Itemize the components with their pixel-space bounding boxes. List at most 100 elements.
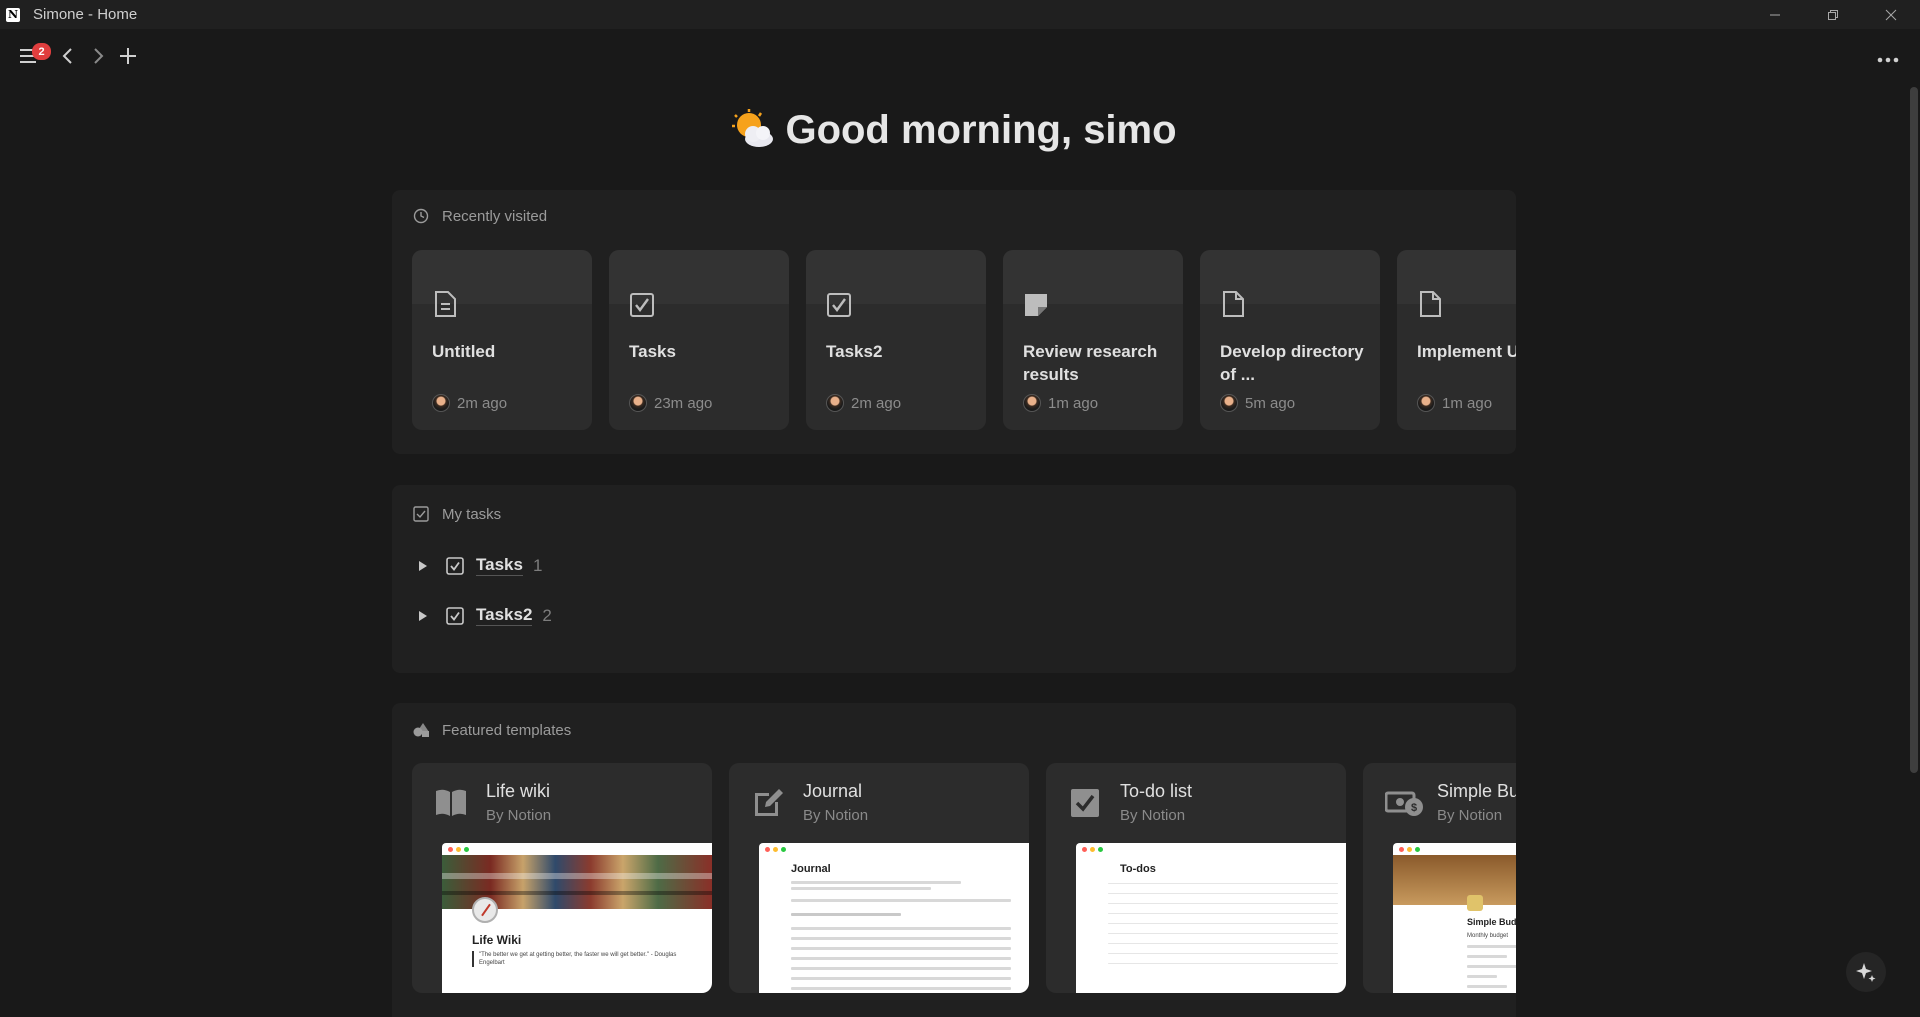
book-icon bbox=[434, 785, 468, 819]
more-horizontal-icon bbox=[1877, 57, 1899, 63]
page-icon bbox=[432, 290, 458, 318]
recent-card-time: 2m ago bbox=[457, 394, 508, 412]
recent-card-title: Implement User Authentication bbox=[1417, 342, 1516, 361]
recently-visited-panel: Recently visited Untitled 2m ago Tasks 2… bbox=[392, 190, 1516, 454]
recent-card-meta: 5m ago bbox=[1220, 394, 1295, 412]
task-group-name[interactable]: Tasks bbox=[476, 555, 523, 576]
window-title: Simone - Home bbox=[33, 6, 138, 23]
recent-card-time: 23m ago bbox=[654, 394, 713, 412]
window-controls bbox=[1746, 0, 1920, 29]
minimize-icon bbox=[1770, 14, 1780, 15]
recently-visited-header: Recently visited bbox=[412, 207, 547, 225]
task-group-tasks[interactable]: Tasks 1 bbox=[418, 555, 542, 576]
avatar bbox=[1417, 394, 1435, 412]
recent-card-time: 1m ago bbox=[1442, 394, 1493, 412]
checkbox-icon bbox=[1068, 785, 1102, 819]
more-options-button[interactable] bbox=[1876, 45, 1900, 71]
caret-right-icon[interactable] bbox=[418, 610, 428, 621]
edit-icon bbox=[751, 785, 785, 819]
notion-logo-icon: N bbox=[6, 7, 20, 22]
note-icon bbox=[1023, 290, 1049, 318]
template-author: By Notion bbox=[1120, 807, 1186, 824]
recent-card-title: Untitled bbox=[432, 342, 496, 361]
avatar bbox=[1220, 394, 1238, 412]
clock-icon bbox=[412, 207, 430, 225]
featured-templates-title: Featured templates bbox=[442, 721, 572, 739]
preview-quote: "The better we get at getting better, th… bbox=[472, 951, 698, 967]
recent-card-title: Tasks bbox=[629, 342, 676, 361]
close-icon bbox=[1885, 9, 1897, 20]
template-preview: Simple Budget Monthly budget bbox=[1393, 843, 1516, 993]
recent-card-title: Review research results bbox=[1023, 342, 1158, 384]
featured-templates-header: Featured templates bbox=[412, 721, 571, 739]
task-group-count: 1 bbox=[532, 555, 543, 575]
recent-card-meta: 1m ago bbox=[1023, 394, 1098, 412]
recent-card-tasks2[interactable]: Tasks2 2m ago bbox=[806, 250, 986, 430]
compass-icon bbox=[472, 897, 498, 923]
preview-title: Journal bbox=[791, 863, 831, 875]
chevron-right-icon bbox=[94, 48, 104, 64]
new-page-button[interactable] bbox=[118, 41, 138, 71]
close-button[interactable] bbox=[1862, 0, 1920, 29]
restore-button[interactable] bbox=[1804, 0, 1862, 29]
template-title: To-do list bbox=[1120, 781, 1193, 801]
recent-card-review-research[interactable]: Review research results 1m ago bbox=[1003, 250, 1183, 430]
ai-assistant-button[interactable] bbox=[1846, 952, 1886, 992]
preview-title: Life Wiki bbox=[472, 933, 522, 947]
recent-card-develop-directory[interactable]: Develop directory of ... 5m ago bbox=[1200, 250, 1380, 430]
featured-templates-panel: Featured templates Life wiki By Notion L… bbox=[392, 703, 1516, 1017]
restore-icon bbox=[1828, 9, 1838, 20]
task-group-tasks2[interactable]: Tasks2 2 bbox=[418, 605, 552, 626]
recent-card-untitled[interactable]: Untitled 2m ago bbox=[412, 250, 592, 430]
svg-text:$: $ bbox=[1411, 802, 1417, 814]
template-title: Journal bbox=[803, 781, 863, 801]
template-author: By Notion bbox=[486, 807, 552, 824]
template-preview: To-dos bbox=[1076, 843, 1346, 993]
caret-right-icon[interactable] bbox=[418, 560, 428, 571]
template-author: By Notion bbox=[803, 807, 869, 824]
avatar bbox=[629, 394, 647, 412]
preview-title: Simple Budget bbox=[1467, 917, 1516, 927]
avatar bbox=[826, 394, 844, 412]
top-bar: 2 bbox=[0, 29, 1920, 85]
back-button[interactable] bbox=[58, 41, 76, 71]
task-group-name[interactable]: Tasks2 bbox=[476, 605, 533, 626]
notification-badge: 2 bbox=[32, 43, 51, 60]
money-bag-icon bbox=[1467, 895, 1483, 911]
template-card-life-wiki[interactable]: Life wiki By Notion Life Wiki "The bette… bbox=[412, 763, 712, 993]
my-tasks-header: My tasks bbox=[412, 505, 501, 523]
forward-button[interactable] bbox=[90, 41, 108, 71]
task-group-count: 2 bbox=[542, 605, 552, 625]
template-title: Simple Budget bbox=[1437, 781, 1516, 801]
preview-subtitle: Monthly budget bbox=[1467, 933, 1509, 939]
checkbox-icon bbox=[826, 290, 852, 318]
checkbox-icon bbox=[412, 505, 430, 523]
scrollbar-thumb[interactable] bbox=[1910, 87, 1918, 773]
recent-card-meta: 1m ago bbox=[1417, 394, 1492, 412]
recently-visited-title: Recently visited bbox=[442, 207, 548, 225]
sun-behind-cloud-icon bbox=[731, 109, 775, 149]
money-icon: $ bbox=[1384, 785, 1423, 819]
sparkle-icon bbox=[1856, 963, 1876, 982]
recent-card-tasks[interactable]: Tasks 23m ago bbox=[609, 250, 789, 430]
budget-cover-image bbox=[1393, 855, 1516, 905]
greeting-heading: Good morning, simo bbox=[0, 108, 1908, 153]
recent-card-title: Tasks2 bbox=[826, 342, 883, 361]
scrollbar[interactable] bbox=[1908, 85, 1920, 1017]
checkbox-icon bbox=[446, 556, 464, 575]
recent-card-meta: 2m ago bbox=[432, 394, 507, 412]
page-icon bbox=[1417, 290, 1443, 318]
avatar bbox=[1023, 394, 1041, 412]
my-tasks-panel: My tasks Tasks 1 Tasks2 2 bbox=[392, 485, 1516, 673]
template-card-simple-budget[interactable]: $ Simple Budget By Notion Simple Budget … bbox=[1363, 763, 1516, 993]
recent-card-meta: 2m ago bbox=[826, 394, 901, 412]
template-preview: Journal bbox=[759, 843, 1029, 993]
recent-card-implement-auth[interactable]: Implement User Authentication 1m ago bbox=[1397, 250, 1516, 430]
template-author: By Notion bbox=[1437, 807, 1503, 824]
template-card-journal[interactable]: Journal By Notion Journal bbox=[729, 763, 1029, 993]
recent-card-time: 5m ago bbox=[1245, 394, 1296, 412]
checkbox-icon bbox=[629, 290, 655, 318]
template-card-todo-list[interactable]: To-do list By Notion To-dos bbox=[1046, 763, 1346, 993]
my-tasks-title: My tasks bbox=[442, 505, 502, 523]
minimize-button[interactable] bbox=[1746, 0, 1804, 29]
